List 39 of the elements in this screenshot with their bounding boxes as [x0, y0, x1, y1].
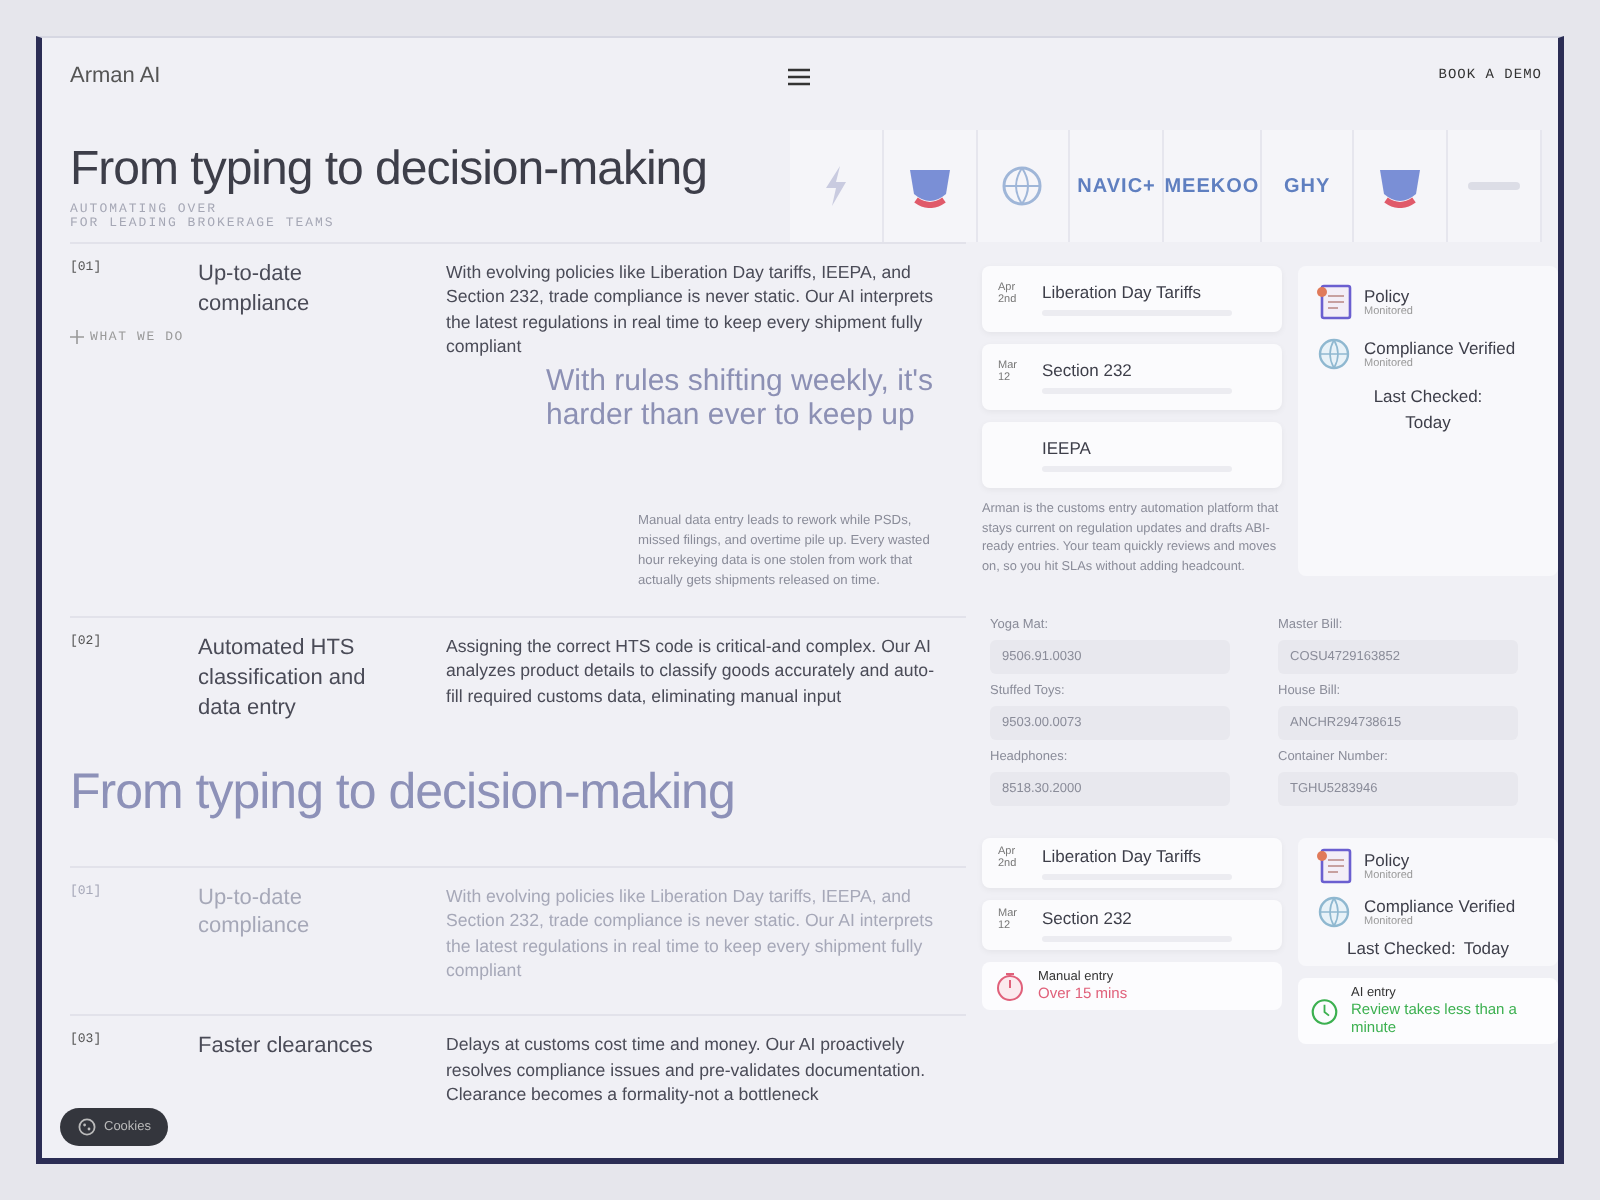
feature-title: Up-to-date compliance — [198, 260, 312, 320]
clock-icon — [1310, 995, 1339, 1028]
status-label: Last Checked: — [1346, 938, 1456, 959]
page-title: From typing to decision-making — [70, 763, 737, 822]
status-title: Policy — [1364, 286, 1412, 306]
feature-description: With evolving policies like Liberation Day tariffs, IEEPA, and Section 232, trade compliance is never static. Our AI interprets the latest regulations in real time to keep every shipment fully compliant — [446, 260, 935, 360]
feature-title: Up-to-date compliance — [198, 883, 312, 943]
feature-description: Assigning the correct HTS code is critical-and complex. Our AI analyzes product details to classify goods accurately and auto-fill required customs data, eliminating manual input — [446, 634, 937, 710]
cookie-icon — [78, 1118, 96, 1136]
document-icon — [1314, 282, 1354, 322]
status-value: Today — [1405, 412, 1451, 432]
document-icon — [1314, 846, 1354, 887]
card-title: Liberation Day Tariffs — [1042, 846, 1204, 867]
feature-title: Faster clearances — [198, 1032, 375, 1063]
stopwatch-icon — [994, 970, 1026, 1003]
brand-wordmark: GHY — [1283, 175, 1331, 197]
status-title: Compliance Verified — [1364, 338, 1516, 358]
page-title: From typing to decision-making — [70, 142, 709, 198]
card-title: Section 232 — [1042, 908, 1134, 929]
card-title: Liberation Day Tariffs — [1042, 282, 1204, 302]
card-title: IEEPA — [1042, 438, 1093, 458]
status-value: Today — [1463, 938, 1510, 959]
globe-icon — [1314, 334, 1354, 374]
menu-icon[interactable] — [788, 67, 811, 85]
globe-icon — [1314, 892, 1354, 933]
logo-icon — [1468, 180, 1521, 192]
brand-wordmark: MEEKOO — [1164, 175, 1260, 197]
plus-icon — [70, 330, 84, 344]
brand-wordmark: NAVIC+ — [1077, 175, 1156, 197]
feature-title: Automated HTS classification and data entry — [198, 634, 368, 724]
globe-icon — [1000, 164, 1045, 208]
status-title: Compliance Verified — [1364, 896, 1516, 917]
status-label: Last Checked: — [1373, 386, 1483, 406]
feature-description: Delays at customs cost time and money. Our AI proactively resolves compliance issues and pre-validates documentation. Clearance becomes a formality-not a bottleneck — [446, 1032, 928, 1108]
card-title: Section 232 — [1042, 360, 1134, 380]
status-title: Policy — [1364, 850, 1410, 871]
section-heading: With rules shifting weekly, it's harder than ever to keep up — [546, 363, 935, 433]
brand-logo[interactable]: Arman AI — [70, 64, 161, 88]
feature-description: With evolving policies like Liberation Day tariffs, IEEPA, and Section 232, trade compliance is never static. Our AI interprets the latest regulations in real time to keep every shipment fully compliant — [446, 883, 935, 983]
